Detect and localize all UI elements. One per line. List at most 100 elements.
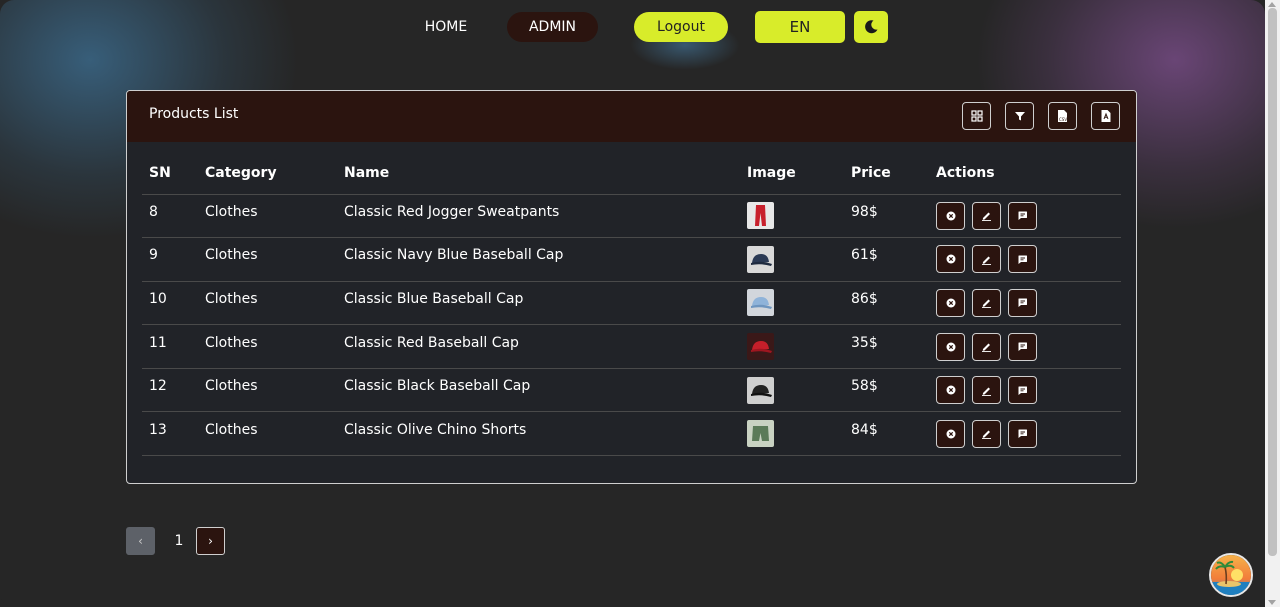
cell-sn: 13 — [142, 411, 198, 457]
edit-icon — [982, 299, 991, 309]
cell-price: 84$ — [844, 411, 929, 457]
edit-icon — [982, 430, 991, 440]
edit-button[interactable] — [972, 419, 1001, 448]
delete-button[interactable] — [936, 245, 965, 274]
card-header: Products List CSV — [127, 91, 1136, 142]
black-cap-thumbnail[interactable] — [747, 376, 774, 404]
cell-image — [740, 194, 844, 239]
cell-image — [740, 237, 844, 282]
card-title: Products List — [149, 106, 239, 122]
pagination-page-1[interactable]: 1 — [168, 527, 190, 555]
comment-icon — [1018, 386, 1027, 395]
delete-icon — [946, 298, 955, 308]
cell-actions — [929, 194, 1121, 239]
svg-text:CSV: CSV — [1059, 117, 1067, 122]
nav-admin-link[interactable]: ADMIN — [507, 12, 598, 42]
delete-button[interactable] — [936, 332, 965, 361]
edit-button[interactable] — [972, 245, 1001, 274]
comment-button[interactable] — [1008, 332, 1037, 361]
column-header-sn: SN — [142, 153, 198, 195]
comment-button[interactable] — [1008, 201, 1037, 230]
table-header-row: SN Category Name Image Price Actions — [142, 153, 1121, 195]
pdf-export-button[interactable] — [1091, 102, 1120, 130]
delete-button[interactable] — [936, 419, 965, 448]
comment-button[interactable] — [1008, 288, 1037, 317]
csv-export-icon: CSV — [1058, 110, 1067, 122]
comment-icon — [1018, 429, 1027, 439]
red-cap-thumbnail[interactable] — [747, 333, 774, 361]
logout-button[interactable]: Logout — [634, 12, 728, 42]
column-header-name: Name — [337, 153, 740, 195]
comment-button[interactable] — [1008, 376, 1037, 405]
cell-category: Clothes — [198, 411, 337, 457]
column-header-price: Price — [844, 153, 929, 195]
cell-name: Classic Blue Baseball Cap — [337, 281, 740, 326]
cell-sn: 12 — [142, 368, 198, 413]
delete-button[interactable] — [936, 376, 965, 405]
scroll-down-arrow-icon[interactable] — [1268, 600, 1276, 605]
table-row: 10 Clothes Classic Blue Baseball Cap 86$ — [142, 281, 1121, 326]
cell-price: 86$ — [844, 281, 929, 326]
edit-button[interactable] — [972, 332, 1001, 361]
cell-name: Classic Red Jogger Sweatpants — [337, 194, 740, 239]
comment-icon — [1018, 298, 1027, 308]
comment-button[interactable] — [1008, 245, 1037, 274]
comment-button[interactable] — [1008, 419, 1037, 448]
table-row: 8 Clothes Classic Red Jogger Sweatpants … — [142, 194, 1121, 239]
cell-category: Clothes — [198, 281, 337, 326]
cell-sn: 9 — [142, 237, 198, 282]
column-header-category: Category — [198, 153, 337, 195]
language-button[interactable]: EN — [755, 11, 845, 43]
delete-icon — [946, 211, 955, 221]
comment-icon — [1018, 342, 1027, 352]
column-header-actions: Actions — [929, 153, 1121, 195]
products-card: Products List CSV SN Category Name Image… — [126, 90, 1137, 484]
olive-shorts-thumbnail[interactable] — [747, 420, 774, 448]
edit-button[interactable] — [972, 376, 1001, 405]
moon-icon — [865, 20, 878, 34]
vertical-scrollbar[interactable] — [1265, 0, 1280, 607]
delete-icon — [946, 254, 955, 264]
navy-cap-thumbnail[interactable] — [747, 245, 774, 273]
edit-button[interactable] — [972, 288, 1001, 317]
delete-icon — [946, 429, 955, 439]
cell-category: Clothes — [198, 368, 337, 413]
table-row: 13 Clothes Classic Olive Chino Shorts 84… — [142, 411, 1121, 457]
cell-image — [740, 281, 844, 326]
edit-icon — [982, 256, 991, 265]
cell-price: 98$ — [844, 194, 929, 239]
delete-button[interactable] — [936, 288, 965, 317]
filter-button[interactable] — [1005, 102, 1034, 130]
edit-icon — [982, 343, 991, 352]
theme-toggle-button[interactable] — [854, 11, 888, 43]
table-row: 9 Clothes Classic Navy Blue Baseball Cap… — [142, 237, 1121, 282]
cell-image — [740, 368, 844, 413]
csv-export-button[interactable]: CSV — [1048, 102, 1077, 130]
columns-button[interactable] — [962, 102, 991, 130]
cell-actions — [929, 411, 1121, 457]
delete-button[interactable] — [936, 201, 965, 230]
table-row: 12 Clothes Classic Black Baseball Cap 58… — [142, 368, 1121, 413]
chat-avatar-button[interactable] — [1209, 553, 1253, 597]
cell-sn: 11 — [142, 324, 198, 369]
nav-home-link[interactable]: HOME — [414, 12, 478, 42]
red-sweatpants-thumbnail[interactable] — [747, 202, 774, 230]
cell-sn: 10 — [142, 281, 198, 326]
cell-actions — [929, 281, 1121, 326]
filter-icon — [1014, 112, 1025, 121]
comment-icon — [1018, 211, 1027, 221]
pagination-next-button[interactable]: › — [196, 527, 225, 555]
scroll-up-arrow-icon[interactable] — [1268, 2, 1276, 7]
cell-name: Classic Black Baseball Cap — [337, 368, 740, 413]
cell-actions — [929, 368, 1121, 413]
cell-name: Classic Red Baseball Cap — [337, 324, 740, 369]
cell-image — [740, 411, 844, 457]
cell-category: Clothes — [198, 194, 337, 239]
edit-button[interactable] — [972, 201, 1001, 230]
cell-price: 61$ — [844, 237, 929, 282]
pagination-prev-button[interactable]: ‹ — [126, 527, 155, 555]
cell-name: Classic Olive Chino Shorts — [337, 411, 740, 457]
scrollbar-thumb[interactable] — [1268, 8, 1277, 556]
cell-actions — [929, 324, 1121, 369]
blue-cap-thumbnail[interactable] — [747, 289, 774, 317]
